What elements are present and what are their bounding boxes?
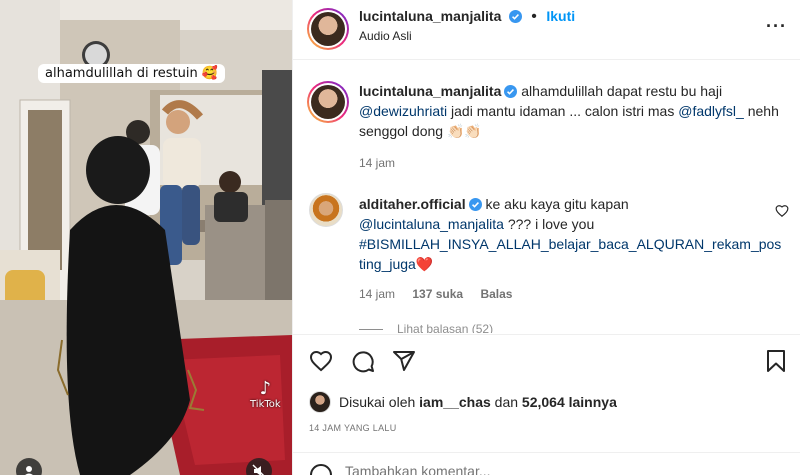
like-comment-heart-icon[interactable]	[775, 204, 789, 218]
tiktok-watermark: ♪ TikTok	[250, 378, 281, 410]
caption-text-2: jadi mantu idaman ... calon istri mas	[451, 103, 675, 119]
post-timestamp[interactable]: 14 JAM YANG LALU	[309, 423, 397, 433]
user-tag-icon	[25, 466, 33, 475]
commenter-username[interactable]: alditaher.official	[359, 196, 466, 212]
post-media[interactable]: alhamdulillah di restuin 🥰 ♪ TikTok	[0, 0, 292, 475]
comment-text-2: ??? i love you	[507, 216, 595, 232]
caption-mention-1[interactable]: @dewizuhriati	[359, 103, 447, 119]
comment-bubble-icon[interactable]	[351, 349, 375, 373]
post-actions-bar	[293, 334, 800, 384]
likes-connector: dan	[494, 394, 519, 410]
view-replies-link[interactable]: Lihat balasan (52)	[397, 322, 493, 333]
share-send-icon[interactable]	[392, 349, 416, 373]
like-heart-icon[interactable]	[309, 349, 333, 373]
caption-author-avatar[interactable]	[307, 81, 349, 123]
comment-mention[interactable]: @lucintaluna_manjalita	[359, 216, 504, 232]
red-heart-emoji: ❤️	[415, 256, 434, 272]
post-header: lucintaluna_manjalita • Ikuti Audio Asli…	[293, 0, 800, 60]
caption-time[interactable]: 14 jam	[359, 156, 395, 170]
comment-text-1: ke aku kaya gitu kapan	[485, 196, 629, 212]
caption-meta: 14 jam	[359, 156, 409, 170]
likes-prefix: Disukai oleh	[339, 394, 416, 410]
muted-speaker-icon	[252, 464, 265, 475]
likes-count[interactable]: 52,064 lainnya	[522, 394, 617, 410]
commenter-avatar[interactable]	[309, 193, 343, 227]
more-options-icon[interactable]: ···	[766, 16, 787, 37]
add-comment-bar	[293, 452, 800, 475]
likes-summary: Disukai oleh iam__chas dan 52,064 lainny…	[309, 391, 617, 413]
tiktok-watermark-text: TikTok	[250, 399, 281, 410]
liker-username[interactable]: iam__chas	[419, 394, 491, 410]
comment-time[interactable]: 14 jam	[359, 287, 395, 301]
post-detail-panel: lucintaluna_manjalita • Ikuti Audio Asli…	[292, 0, 800, 475]
comment-reply-button[interactable]: Balas	[480, 287, 512, 301]
caption-mention-2[interactable]: @fadlyfsl_	[678, 103, 744, 119]
view-replies-row[interactable]: Lihat balasan (52)	[359, 322, 507, 333]
comment-like-count[interactable]: 137 suka	[412, 287, 463, 301]
caption-author-username[interactable]: lucintaluna_manjalita	[359, 83, 501, 99]
post-caption: lucintaluna_manjalita alhamdulillah dapa…	[359, 81, 789, 141]
tiktok-logo-icon: ♪	[259, 378, 272, 399]
add-comment-input[interactable]	[345, 462, 745, 475]
author-username[interactable]: lucintaluna_manjalita	[359, 8, 501, 24]
audio-label[interactable]: Audio Asli	[359, 29, 412, 43]
emoji-smiley-icon[interactable]	[309, 463, 333, 475]
comments-scroll-area[interactable]: lucintaluna_manjalita alhamdulillah dapa…	[293, 61, 800, 333]
verified-badge-icon	[468, 198, 482, 211]
follow-button[interactable]: Ikuti	[546, 8, 575, 24]
comment-body: alditaher.official ke aku kaya gitu kapa…	[359, 194, 781, 274]
save-bookmark-icon[interactable]	[765, 349, 787, 373]
replies-line-divider	[359, 329, 383, 331]
liker-avatar[interactable]	[309, 391, 331, 413]
comment-meta: 14 jam 137 suka Balas	[359, 287, 526, 301]
comment-hashtag[interactable]: #BISMILLAH_INSYA_ALLAH_belajar_baca_ALQU…	[359, 236, 781, 252]
verified-badge-icon	[504, 85, 518, 98]
header-separator: •	[531, 8, 537, 25]
verified-badge-icon	[508, 10, 522, 23]
caption-text-1: alhamdulillah dapat restu bu haji	[521, 83, 723, 99]
comment-hashtag-continued[interactable]: ting_juga	[359, 256, 416, 272]
video-caption-overlay: alhamdulillah di restuin 🥰	[38, 64, 226, 83]
author-avatar[interactable]	[307, 8, 349, 50]
